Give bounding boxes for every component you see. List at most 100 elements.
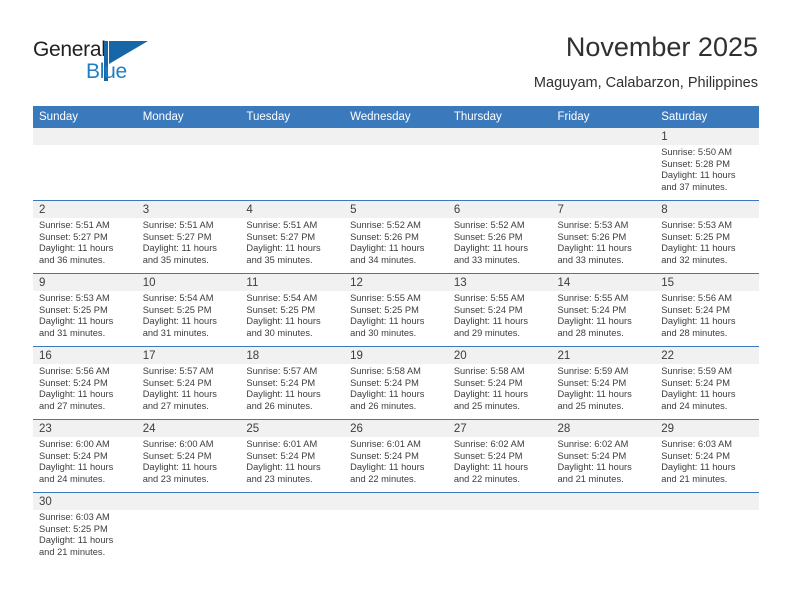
calendar-day-cell[interactable]: 2 Sunrise: 5:51 AM Sunset: 5:27 PM Daylight… [33,200,137,274]
calendar-day-cell[interactable]: 3 Sunrise: 5:51 AM Sunset: 5:27 PM Daylight… [136,200,241,274]
day-number: 29 [655,420,759,437]
day-detail-line: Sunrise: 5:51 AM [246,220,318,230]
day-cell-details: Sunrise: 5:53 AM Sunset: 5:25 PM Daylight:… [655,218,759,266]
day-number: 15 [655,274,759,291]
day-number: 22 [655,347,759,364]
day-detail-line: Daylight: 11 hours [39,389,114,400]
day-number [344,128,448,145]
day-number [136,493,241,510]
day-detail-line: and 35 minutes. [142,254,209,265]
day-number: 30 [33,493,137,510]
day-detail-line: Daylight: 11 hours [453,389,529,400]
day-cell-details: Sunrise: 6:01 AM Sunset: 5:24 PM Daylight:… [344,437,448,485]
day-detail-line: and 22 minutes. [453,473,520,484]
calendar-day-cell[interactable]: 30 Sunrise: 6:03 AM Sunset: 5:25 PM Dayligh… [33,492,137,565]
day-cell-details: Sunrise: 5:55 AM Sunset: 5:25 PM Daylight:… [344,291,448,339]
day-cell-inner [33,128,137,200]
day-number: 21 [551,347,656,364]
calendar-day-cell[interactable]: 15 Sunrise: 5:56 AM Sunset: 5:24 PM Dayligh… [655,273,759,347]
calendar-day-cell[interactable]: 7 Sunrise: 5:53 AM Sunset: 5:26 PM Daylight… [551,200,656,274]
calendar-day-cell[interactable]: 19 Sunrise: 5:58 AM Sunset: 5:24 PM Dayligh… [344,346,448,420]
day-cell-inner: 14 Sunrise: 5:55 AM Sunset: 5:24 PM Dayligh… [551,274,656,346]
day-cell-inner: 20 Sunrise: 5:58 AM Sunset: 5:24 PM Dayligh… [447,347,552,419]
calendar-day-cell[interactable]: 11 Sunrise: 5:54 AM Sunset: 5:25 PM Dayligh… [240,273,345,347]
day-detail-line: and 31 minutes. [142,327,209,338]
calendar-day-cell[interactable]: 21 Sunrise: 5:59 AM Sunset: 5:24 PM Dayligh… [551,346,656,420]
day-detail-line: and 36 minutes. [39,254,106,265]
calendar-day-cell[interactable]: 27 Sunrise: 6:02 AM Sunset: 5:24 PM Dayligh… [447,419,552,493]
day-detail-line: Sunset: 5:24 PM [453,450,523,461]
day-cell-inner: 4 Sunrise: 5:51 AM Sunset: 5:27 PM Daylight… [240,201,345,273]
day-cell-details: Sunrise: 5:51 AM Sunset: 5:27 PM Daylight:… [137,218,241,266]
calendar-day-cell[interactable]: 16 Sunrise: 5:56 AM Sunset: 5:24 PM Dayligh… [33,346,137,420]
calendar-day-cell[interactable]: 10 Sunrise: 5:54 AM Sunset: 5:25 PM Dayligh… [136,273,241,347]
calendar-day-cell[interactable]: 20 Sunrise: 5:58 AM Sunset: 5:24 PM Dayligh… [447,346,552,420]
day-cell-details: Sunrise: 5:50 AM Sunset: 5:28 PM Daylight:… [655,145,759,193]
day-detail-line: Sunrise: 5:53 AM [661,220,733,230]
calendar-day-cell[interactable]: 28 Sunrise: 6:02 AM Sunset: 5:24 PM Dayligh… [551,419,656,493]
calendar-day-cell[interactable]: 12 Sunrise: 5:55 AM Sunset: 5:25 PM Dayligh… [344,273,448,347]
day-detail-line: and 33 minutes. [453,254,520,265]
day-cell-inner: 29 Sunrise: 6:03 AM Sunset: 5:24 PM Dayligh… [655,420,759,492]
calendar-day-cell[interactable]: 17 Sunrise: 5:57 AM Sunset: 5:24 PM Dayligh… [136,346,241,420]
calendar-day-cell[interactable]: 26 Sunrise: 6:01 AM Sunset: 5:24 PM Dayligh… [344,419,448,493]
day-detail-line: and 26 minutes. [350,400,417,411]
calendar-day-cell[interactable]: 6 Sunrise: 5:52 AM Sunset: 5:26 PM Daylight… [447,200,552,274]
day-detail-line: Daylight: 11 hours [557,389,632,400]
day-detail-line: Sunrise: 6:01 AM [350,439,421,449]
calendar-day-cell[interactable]: 13 Sunrise: 5:55 AM Sunset: 5:24 PM Dayligh… [447,273,552,347]
day-detail-line: Sunrise: 5:56 AM [661,293,733,303]
calendar-day-cell[interactable]: 14 Sunrise: 5:55 AM Sunset: 5:24 PM Dayligh… [551,273,656,347]
day-detail-line: Sunrise: 6:01 AM [246,439,318,449]
day-detail-line: Sunset: 5:24 PM [142,377,212,388]
day-detail-line: Sunset: 5:24 PM [39,450,108,461]
day-number: 1 [655,128,759,145]
day-detail-line: and 29 minutes. [453,327,520,338]
day-cell-inner: 28 Sunrise: 6:02 AM Sunset: 5:24 PM Dayligh… [551,420,656,492]
day-detail-line: Sunrise: 5:57 AM [246,366,318,376]
calendar-day-cell[interactable]: 18 Sunrise: 5:57 AM Sunset: 5:24 PM Dayligh… [240,346,345,420]
day-detail-line: Sunset: 5:26 PM [453,231,523,242]
day-detail-line: Sunrise: 5:53 AM [39,293,110,303]
calendar-body: 1 Sunrise: 5:50 AM Sunset: 5:28 PM Daylight… [33,128,759,565]
calendar-header-row: Sunday Monday Tuesday Wednesday Thursday Frid… [33,106,759,128]
day-detail-line: Sunrise: 5:52 AM [350,220,421,230]
calendar-week-row: 2 Sunrise: 5:51 AM Sunset: 5:27 PM Daylight… [33,200,759,274]
calendar-day-cell[interactable]: 5 Sunrise: 5:52 AM Sunset: 5:26 PM Daylight… [344,200,448,274]
day-number: 7 [551,201,656,218]
day-cell-inner: 27 Sunrise: 6:02 AM Sunset: 5:24 PM Dayligh… [447,420,552,492]
calendar-day-cell[interactable]: 4 Sunrise: 5:51 AM Sunset: 5:27 PM Daylight… [240,200,345,274]
day-detail-line: Sunset: 5:24 PM [350,450,419,461]
day-detail-line: Daylight: 11 hours [453,316,529,327]
calendar-day-cell[interactable]: 9 Sunrise: 5:53 AM Sunset: 5:25 PM Daylight… [33,273,137,347]
day-detail-line: Daylight: 11 hours [39,316,114,327]
day-number: 18 [240,347,345,364]
day-cell-details: Sunrise: 5:52 AM Sunset: 5:26 PM Daylight:… [448,218,552,266]
calendar-day-cell[interactable]: 22 Sunrise: 5:59 AM Sunset: 5:24 PM Dayligh… [655,346,759,420]
day-detail-line: Daylight: 11 hours [246,316,321,327]
day-cell-details: Sunrise: 5:59 AM Sunset: 5:24 PM Daylight:… [552,364,656,412]
day-detail-line: Daylight: 11 hours [557,316,632,327]
day-cell-details: Sunrise: 5:54 AM Sunset: 5:25 PM Daylight:… [137,291,241,339]
calendar-day-cell[interactable]: 1 Sunrise: 5:50 AM Sunset: 5:28 PM Daylight… [655,128,759,201]
day-detail-line: Sunrise: 5:59 AM [557,366,629,376]
calendar-day-cell[interactable]: 29 Sunrise: 6:03 AM Sunset: 5:24 PM Dayligh… [655,419,759,493]
day-number [33,128,137,145]
day-cell-inner: 24 Sunrise: 6:00 AM Sunset: 5:24 PM Dayligh… [136,420,241,492]
calendar-day-cell-empty [551,492,656,565]
day-detail-line: and 25 minutes. [557,400,624,411]
calendar-day-cell[interactable]: 24 Sunrise: 6:00 AM Sunset: 5:24 PM Dayligh… [136,419,241,493]
calendar-week-row: 16 Sunrise: 5:56 AM Sunset: 5:24 PM Dayligh… [33,346,759,420]
day-number: 12 [344,274,448,291]
day-detail-line: Sunrise: 5:59 AM [661,366,733,376]
calendar-day-cell[interactable]: 23 Sunrise: 6:00 AM Sunset: 5:24 PM Dayligh… [33,419,137,493]
calendar-day-cell[interactable]: 8 Sunrise: 5:53 AM Sunset: 5:25 PM Daylight… [655,200,759,274]
day-cell-inner: 10 Sunrise: 5:54 AM Sunset: 5:25 PM Dayligh… [136,274,241,346]
day-cell-inner [344,128,448,200]
day-detail-line: Sunset: 5:24 PM [453,377,523,388]
day-cell-details: Sunrise: 6:03 AM Sunset: 5:25 PM Daylight:… [33,510,137,558]
day-cell-inner: 18 Sunrise: 5:57 AM Sunset: 5:24 PM Dayligh… [240,347,345,419]
calendar-day-cell[interactable]: 25 Sunrise: 6:01 AM Sunset: 5:24 PM Dayligh… [240,419,345,493]
day-detail-line: Daylight: 11 hours [661,316,736,327]
day-cell-details: Sunrise: 5:51 AM Sunset: 5:27 PM Daylight:… [240,218,344,266]
